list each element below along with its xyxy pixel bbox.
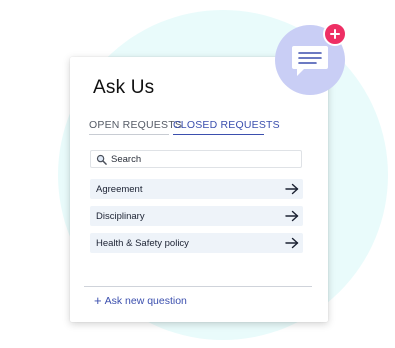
- list-item[interactable]: Disciplinary: [90, 206, 303, 226]
- list-item-label: Disciplinary: [96, 210, 145, 222]
- arrow-right-icon: [285, 210, 299, 222]
- list-item-label: Health & Safety policy: [96, 237, 189, 249]
- ask-new-question-button[interactable]: + Ask new question: [94, 294, 187, 307]
- arrow-right-icon: [285, 183, 299, 195]
- ask-new-question-label: Ask new question: [104, 294, 187, 307]
- arrow-right-icon: [285, 237, 299, 249]
- footer-divider: [84, 286, 312, 287]
- list-item[interactable]: Agreement: [90, 179, 303, 199]
- search-box[interactable]: [90, 150, 302, 168]
- page-title: Ask Us: [93, 77, 155, 98]
- ask-us-panel: Ask Us OPEN REQUESTS CLOSED REQUESTS Agr…: [70, 57, 328, 322]
- tab-closed-requests[interactable]: CLOSED REQUESTS: [173, 119, 280, 135]
- tab-open-requests[interactable]: OPEN REQUESTS: [89, 119, 182, 135]
- search-input[interactable]: [111, 153, 291, 165]
- request-list: Agreement Disciplinary Health & Safety p…: [90, 179, 303, 260]
- new-message-badge[interactable]: [323, 22, 347, 46]
- list-item-label: Agreement: [96, 183, 143, 195]
- chat-bubble-icon: [292, 46, 328, 76]
- plus-icon: [330, 29, 340, 39]
- list-item[interactable]: Health & Safety policy: [90, 233, 303, 253]
- request-tabs: OPEN REQUESTS CLOSED REQUESTS: [89, 119, 311, 135]
- plus-icon: +: [94, 293, 102, 308]
- search-icon: [96, 154, 107, 165]
